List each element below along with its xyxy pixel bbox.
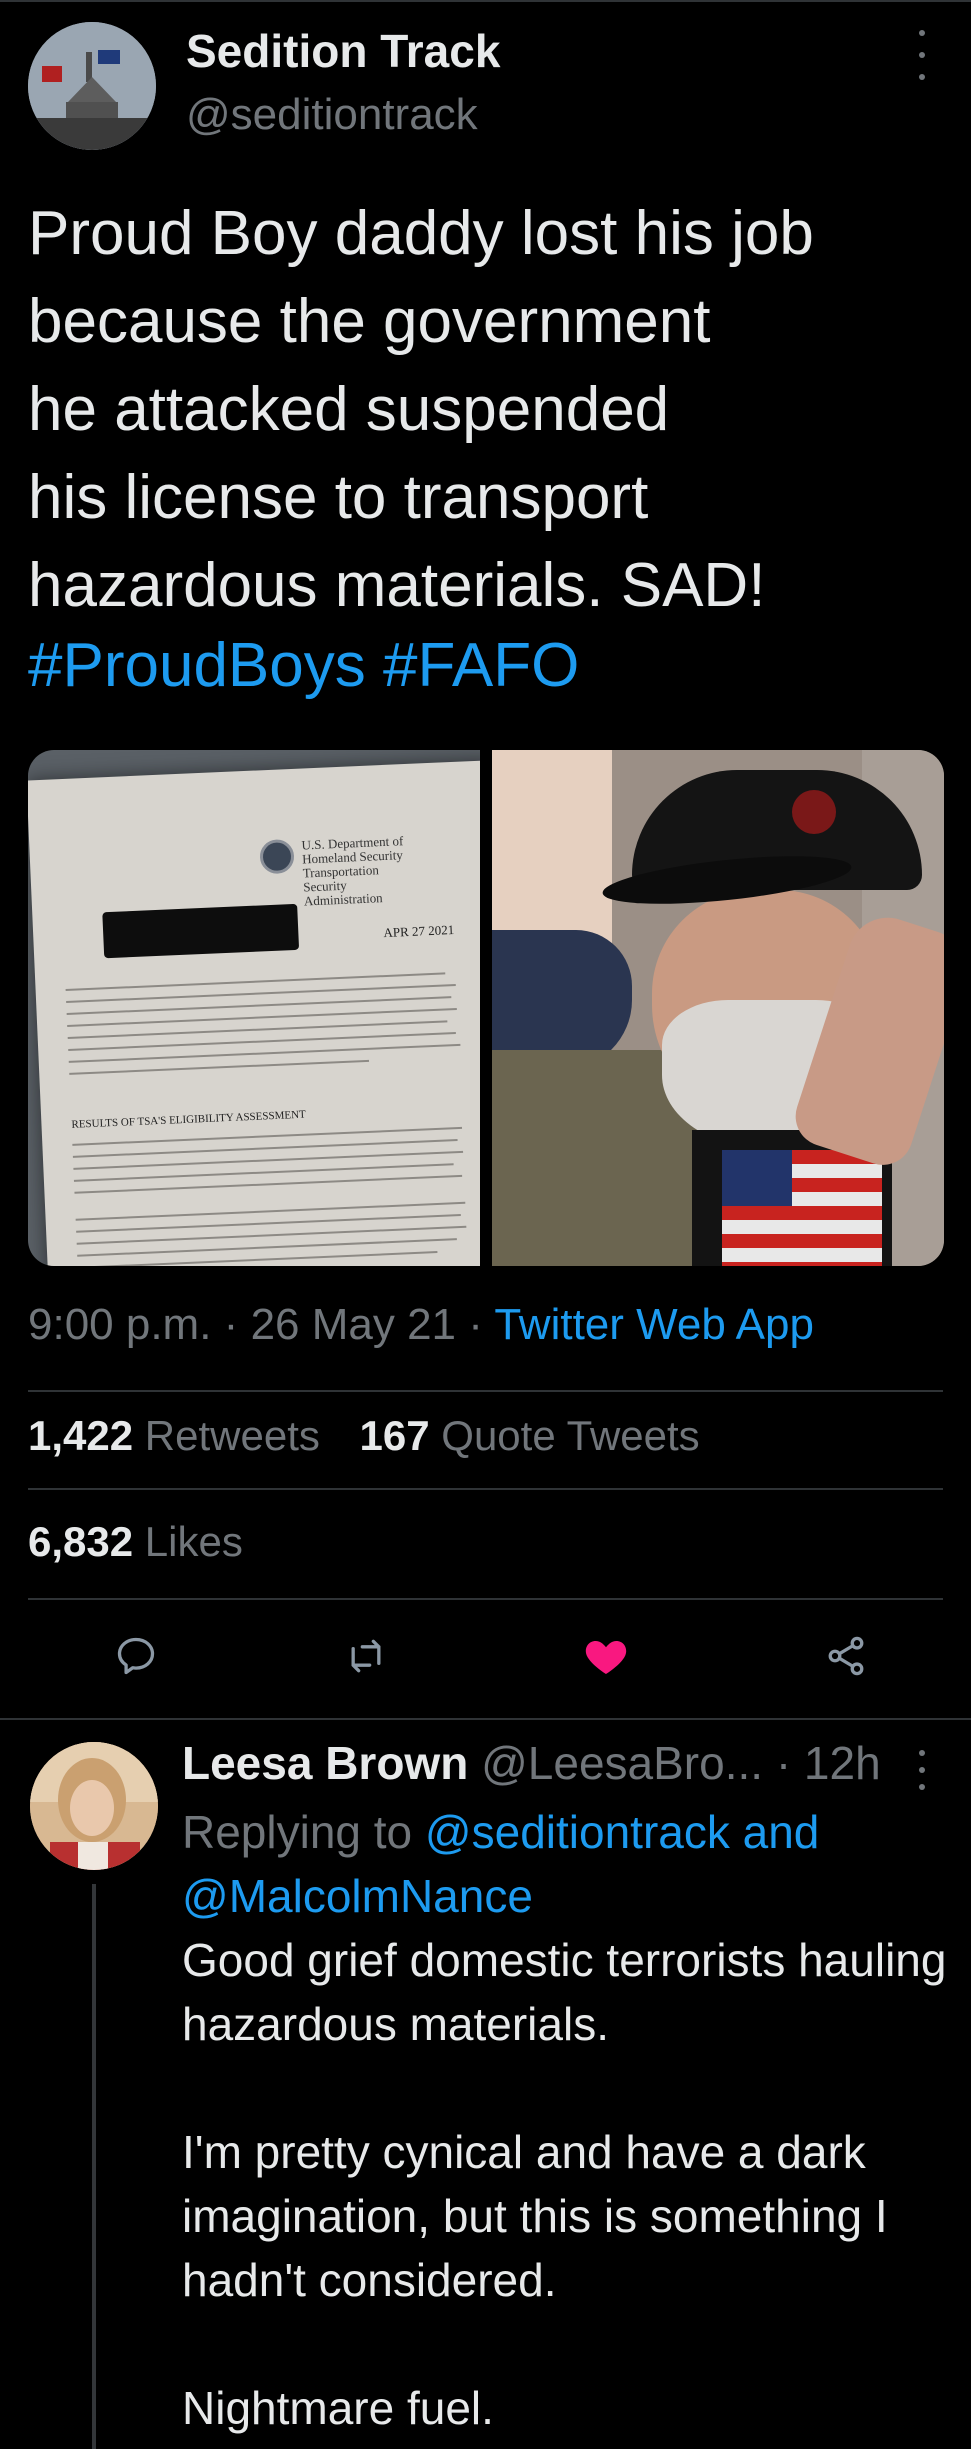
replying-to: Replying to @seditiontrack and @MalcolmN… [182, 1800, 942, 1928]
reply-header: Leesa Brown @LeesaBro... · 12h [182, 1736, 881, 1790]
share-icon[interactable] [810, 1620, 882, 1692]
reply-glyph [117, 1637, 155, 1675]
author-name[interactable]: Sedition Track [186, 24, 500, 78]
likes-count: 6,832 [28, 1518, 134, 1565]
tsa-letter: U.S. Department of Homeland Security Tra… [28, 760, 480, 1266]
tweet-meta: 9:00 p.m. · 26 May 21 · Twitter Web App [28, 1300, 814, 1350]
engagement-stats: 1,422 Retweets 167 Quote Tweets [28, 1412, 728, 1460]
heart-filled-icon[interactable] [570, 1620, 642, 1692]
top-border [0, 0, 971, 2]
media-photo-letter[interactable]: U.S. Department of Homeland Security Tra… [28, 750, 480, 1266]
mention-link[interactable]: @MalcolmNance [182, 1870, 533, 1922]
meta-separator: · [223, 1300, 251, 1349]
tweet-time[interactable]: 9:00 p.m. [28, 1300, 211, 1349]
quotes-label: Quote Tweets [441, 1412, 700, 1459]
divider [28, 1598, 943, 1600]
reply-time[interactable]: · 12h [776, 1737, 881, 1789]
reply-paragraph: I'm pretty cynical and have a dark imagi… [182, 2126, 888, 2306]
heart-glyph [585, 1641, 627, 1674]
likes-stats: 6,832 Likes [28, 1518, 271, 1566]
tweet-text: Proud Boy daddy lost his job because the… [28, 199, 814, 620]
retweets-label: Retweets [144, 1412, 320, 1459]
share-glyph [828, 1636, 864, 1676]
tweet-date[interactable]: 26 May 21 [251, 1300, 456, 1349]
tweet-source[interactable]: Twitter Web App [494, 1300, 814, 1349]
photo-cap-patch [792, 790, 836, 834]
reply-author-handle[interactable]: @LeesaBro... [481, 1737, 763, 1789]
divider [28, 1488, 943, 1490]
meta-separator: · [468, 1300, 495, 1349]
reply-icon[interactable] [100, 1620, 172, 1692]
action-bar [0, 1620, 971, 1700]
photo-bandana [492, 930, 632, 1070]
reply-more-options-icon[interactable] [912, 1750, 932, 1790]
author-handle[interactable]: @seditiontrack [186, 90, 478, 140]
avatar-image [28, 22, 156, 150]
likes-stat[interactable]: 6,832 Likes [28, 1518, 243, 1565]
retweets-stat[interactable]: 1,422 Retweets [28, 1412, 320, 1459]
letter-heading: RESULTS OF TSA'S ELIGIBILITY ASSESSMENT [71, 1108, 307, 1131]
quotes-count: 167 [359, 1412, 430, 1459]
quotes-stat[interactable]: 167 Quote Tweets [360, 1412, 700, 1459]
reply-avatar-image [30, 1742, 158, 1870]
text-line [69, 1059, 370, 1075]
retweets-count: 1,422 [28, 1412, 134, 1459]
dhs-seal-icon [259, 838, 295, 875]
likes-label: Likes [144, 1518, 243, 1565]
reply-text: Good grief domestic terrorists hauling h… [182, 1928, 952, 2449]
letter-date: APR 27 2021 [383, 922, 455, 941]
thread-line [92, 1884, 96, 2449]
redaction-block [102, 903, 300, 959]
tweet-media[interactable]: U.S. Department of Homeland Security Tra… [28, 750, 944, 1266]
retweet-icon[interactable] [330, 1620, 402, 1692]
divider [28, 1390, 943, 1392]
reply-paragraph: Nightmare fuel. [182, 2382, 494, 2434]
tweet-hashtags[interactable]: #ProudBoys #FAFO [28, 630, 579, 701]
reply-avatar[interactable] [30, 1742, 158, 1870]
reply-author-name[interactable]: Leesa Brown [182, 1737, 468, 1789]
avatar[interactable] [28, 22, 156, 150]
photo-flag-canton [722, 1150, 792, 1206]
reply-paragraph: Good grief domestic terrorists hauling h… [182, 1934, 947, 2050]
divider [0, 1718, 971, 1720]
letter-org: U.S. Department of Homeland Security Tra… [301, 833, 404, 909]
mention-link[interactable]: @seditiontrack and [425, 1806, 819, 1858]
more-options-icon[interactable] [910, 30, 934, 80]
replying-prefix: Replying to [182, 1806, 413, 1858]
media-photo-man[interactable] [492, 750, 944, 1266]
retweet-glyph [351, 1639, 381, 1673]
